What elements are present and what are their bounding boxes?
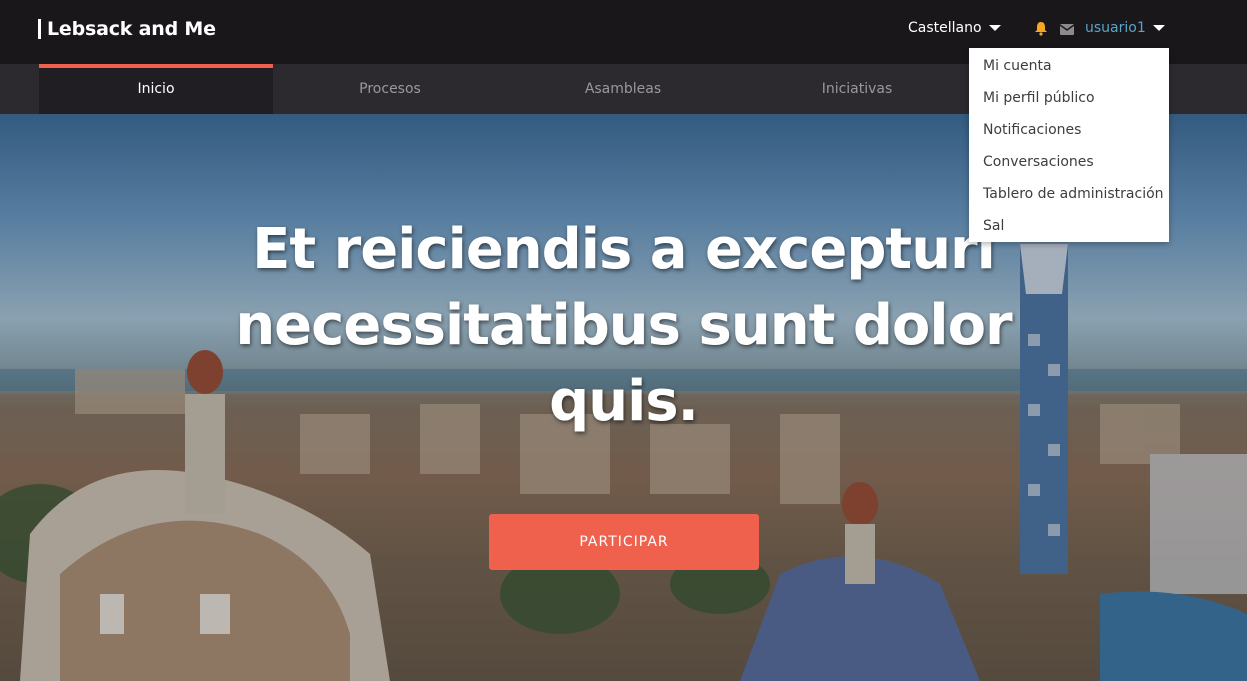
menu-item-admin-dashboard[interactable]: Tablero de administración [969,178,1169,210]
logo-text[interactable]: Lebsack and Me [47,18,216,40]
caret-down-icon[interactable] [1152,25,1165,31]
username[interactable]: usuario1 [1085,20,1146,36]
nav-item-label: Iniciativas [821,81,893,97]
menu-item-conversations[interactable]: Conversaciones [969,146,1169,178]
envelope-icon[interactable] [1060,24,1074,35]
menu-item-public-profile[interactable]: Mi perfil público [969,82,1169,114]
caret-down-icon[interactable] [988,25,1001,31]
site-logo[interactable]: Lebsack and Me [38,17,216,41]
nav-item-label: Procesos [359,81,421,97]
menu-item-notifications[interactable]: Notificaciones [969,114,1169,146]
nav-item-inicio[interactable]: Inicio [39,64,273,114]
user-menu-toggle[interactable]: usuario1 [1085,20,1165,36]
language-selector[interactable]: Castellano [908,20,1001,36]
user-dropdown-menu: Mi cuenta Mi perfil público Notificacion… [969,48,1169,242]
nav-item-label: Asambleas [584,81,662,97]
hero-title: Et reiciendis a excepturi necessitatibus… [235,217,1012,434]
nav-item-asambleas[interactable]: Asambleas [506,64,740,114]
nav-item-label: Inicio [137,81,175,97]
menu-item-my-account[interactable]: Mi cuenta [969,50,1169,82]
bell-icon[interactable] [1034,21,1048,36]
nav-item-iniciativas[interactable]: Iniciativas [740,64,974,114]
language-label[interactable]: Castellano [908,20,982,36]
nav-item-procesos[interactable]: Procesos [273,64,507,114]
menu-item-sign-out[interactable]: Sal [969,210,1169,242]
participate-button[interactable]: PARTICIPAR [489,514,759,570]
logo-bar [38,19,41,39]
